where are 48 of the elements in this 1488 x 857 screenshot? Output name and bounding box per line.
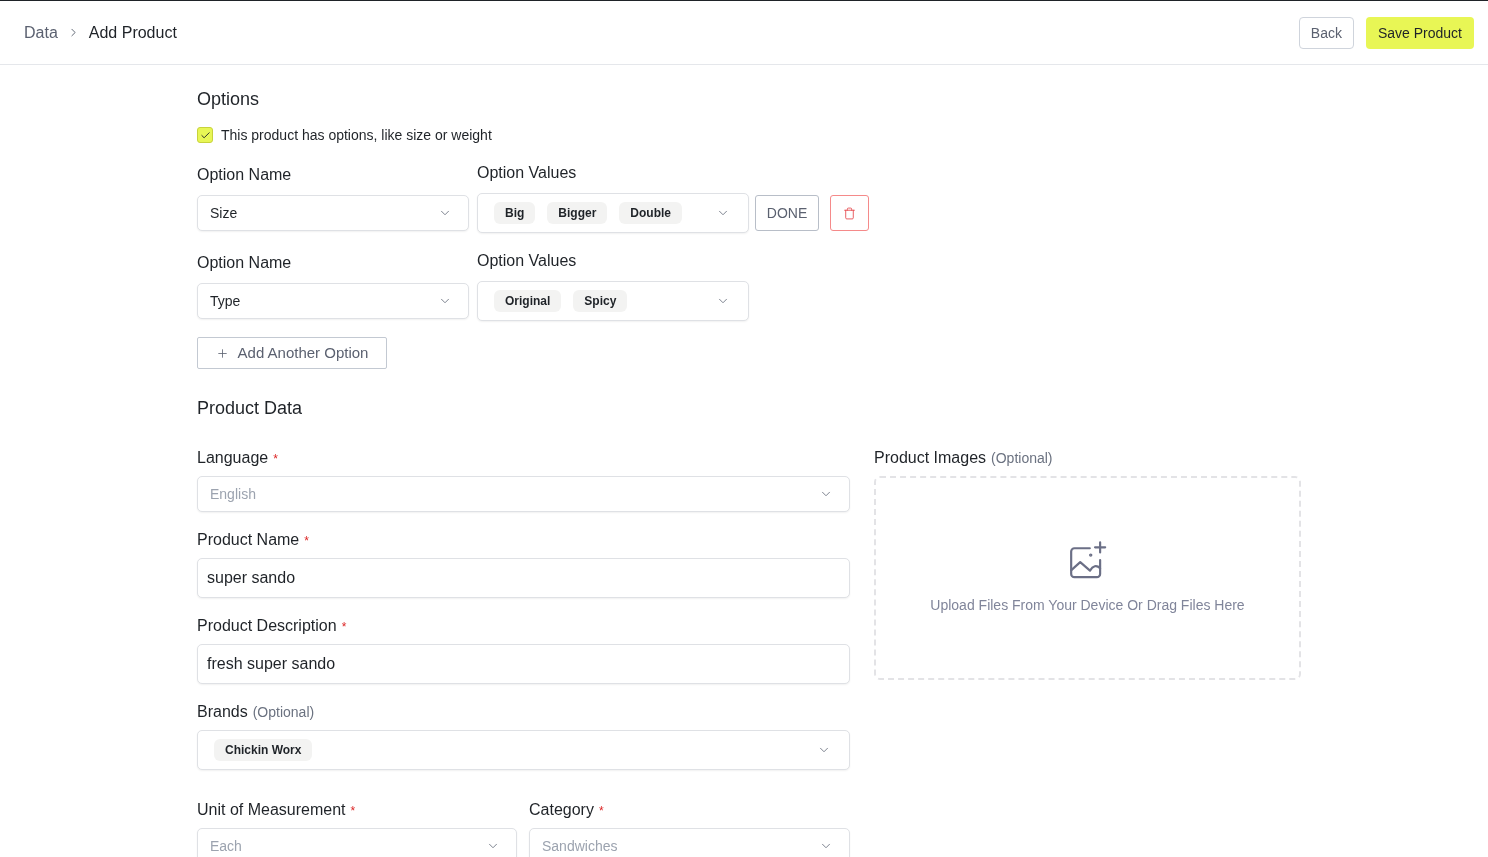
field-label: Brands [197,702,248,722]
field-label: Product Images [874,448,987,468]
required-mark: * [350,803,356,819]
tag-select-field[interactable]: Original Spicy [477,281,749,321]
field-label: Option Name [197,165,293,185]
trash-icon [843,206,856,220]
value-tag: Chickin Worx [214,739,313,761]
value-tag: Original [494,290,562,312]
breadcrumb-link[interactable]: Data [24,20,58,45]
add-option-button[interactable]: Add Another Option [197,337,387,369]
tag-select-field[interactable]: Chickin Worx [197,730,850,770]
save-button[interactable]: Save Product [1365,16,1474,49]
required-mark: * [273,451,278,467]
value-tag: Double [619,202,683,224]
required-mark: * [304,533,309,549]
text-input[interactable]: fresh super sando [197,644,850,684]
upload-dropzone[interactable]: Upload Files From Your Device Or Drag Files Here [874,476,1301,680]
value-tag: Spicy [573,290,628,312]
plus-icon [215,346,229,360]
field-label: Product Description [197,616,337,636]
field-label: Product Name [197,530,300,550]
field-label: Language [197,448,269,468]
field-label: Unit of Measurement [197,800,346,820]
field-label: Category [529,800,594,820]
dropdown-field[interactable]: Type [197,283,469,319]
delete-button[interactable] [830,195,869,231]
dropdown-field[interactable]: Size [197,195,469,231]
value-tag: Bigger [547,202,608,224]
section-heading: Product Data [197,397,304,420]
section-heading: Options [197,88,261,111]
field-label: Option Values [477,251,578,271]
checkbox[interactable] [197,127,213,143]
required-mark: * [598,803,604,819]
value-tag: Big [494,202,536,224]
checkbox-label: This product has options, like size or weight [221,126,492,145]
tag-select-field[interactable]: Big Bigger Double [477,193,749,233]
done-button[interactable]: DONE [755,195,819,231]
back-button[interactable]: Back [1298,16,1354,49]
optional-note: (Optional) [991,449,1053,468]
text-input[interactable]: super sando [197,558,850,598]
field-label: Option Values [477,163,578,183]
check-icon [199,129,211,141]
upload-hint: Upload Files From Your Device Or Drag Files Here [930,596,1245,615]
field-label: Option Name [197,253,293,273]
image-plus-icon [1068,541,1107,579]
optional-note: (Optional) [252,703,315,722]
required-mark: * [341,619,347,635]
breadcrumb-current: Add Product [88,22,177,43]
